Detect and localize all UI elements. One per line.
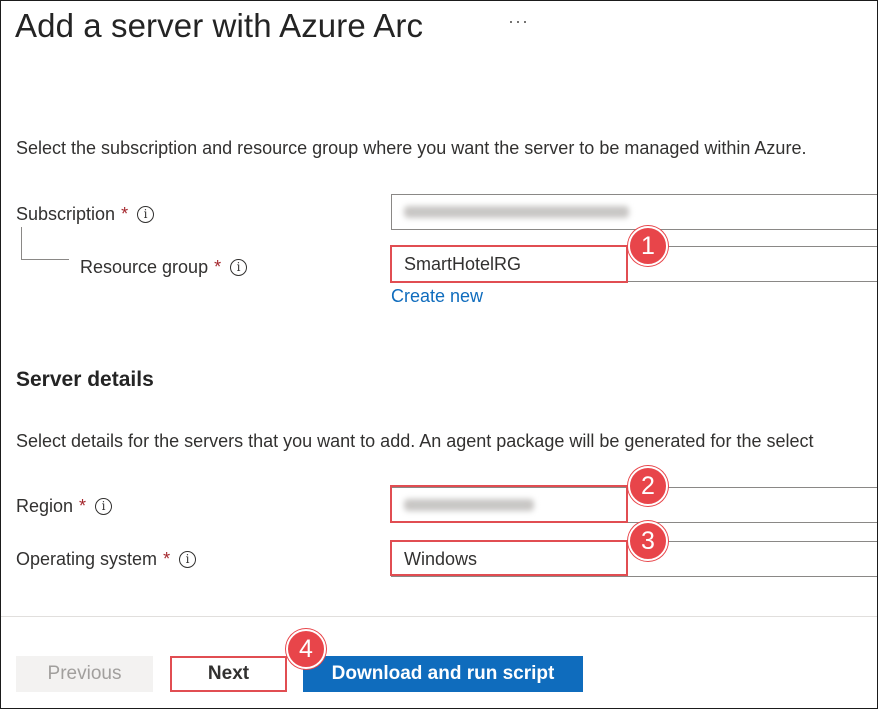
- section-heading: Server details: [16, 368, 154, 391]
- server-details-description: Select details for the servers that you …: [16, 431, 814, 451]
- os-label: Operating system * i: [16, 549, 197, 570]
- resource-group-label-text: Resource group: [80, 257, 209, 277]
- region-label-text: Region: [16, 496, 74, 516]
- info-icon[interactable]: i: [179, 551, 197, 568]
- more-options-icon[interactable]: ···: [508, 11, 529, 32]
- tree-connector: [21, 259, 69, 260]
- info-icon[interactable]: i: [230, 259, 248, 276]
- required-marker: *: [214, 257, 222, 277]
- required-marker: *: [79, 496, 87, 516]
- highlight-box: [390, 485, 628, 523]
- page-title: Add a server with Azure Arc: [15, 7, 424, 44]
- required-marker: *: [121, 204, 129, 224]
- project-description: Select the subscription and resource gro…: [16, 138, 807, 158]
- highlight-box: [390, 245, 628, 283]
- os-label-text: Operating system: [16, 549, 158, 569]
- step-badge-2: 2: [628, 466, 668, 506]
- info-icon[interactable]: i: [95, 498, 113, 515]
- arc-add-server-panel: Add a server with Azure Arc ··· Select t…: [0, 0, 878, 709]
- subscription-label: Subscription * i: [16, 204, 155, 225]
- footer-divider: [1, 616, 877, 617]
- download-run-script-button[interactable]: Download and run script: [303, 656, 583, 692]
- highlight-box: [390, 540, 628, 576]
- redacted-subscription-value: [404, 206, 629, 219]
- required-marker: *: [163, 549, 171, 569]
- step-badge-4: 4: [286, 629, 326, 669]
- step-badge-1: 1: [628, 226, 668, 266]
- create-new-link[interactable]: Create new: [391, 286, 483, 307]
- resource-group-label: Resource group * i: [80, 257, 248, 278]
- next-button[interactable]: Next: [170, 656, 287, 692]
- region-label: Region * i: [16, 496, 113, 517]
- info-icon[interactable]: i: [137, 206, 155, 223]
- step-badge-3: 3: [628, 521, 668, 561]
- subscription-select[interactable]: [391, 194, 877, 230]
- previous-button[interactable]: Previous: [16, 656, 153, 692]
- subscription-label-text: Subscription: [16, 204, 116, 224]
- tree-connector: [21, 227, 22, 259]
